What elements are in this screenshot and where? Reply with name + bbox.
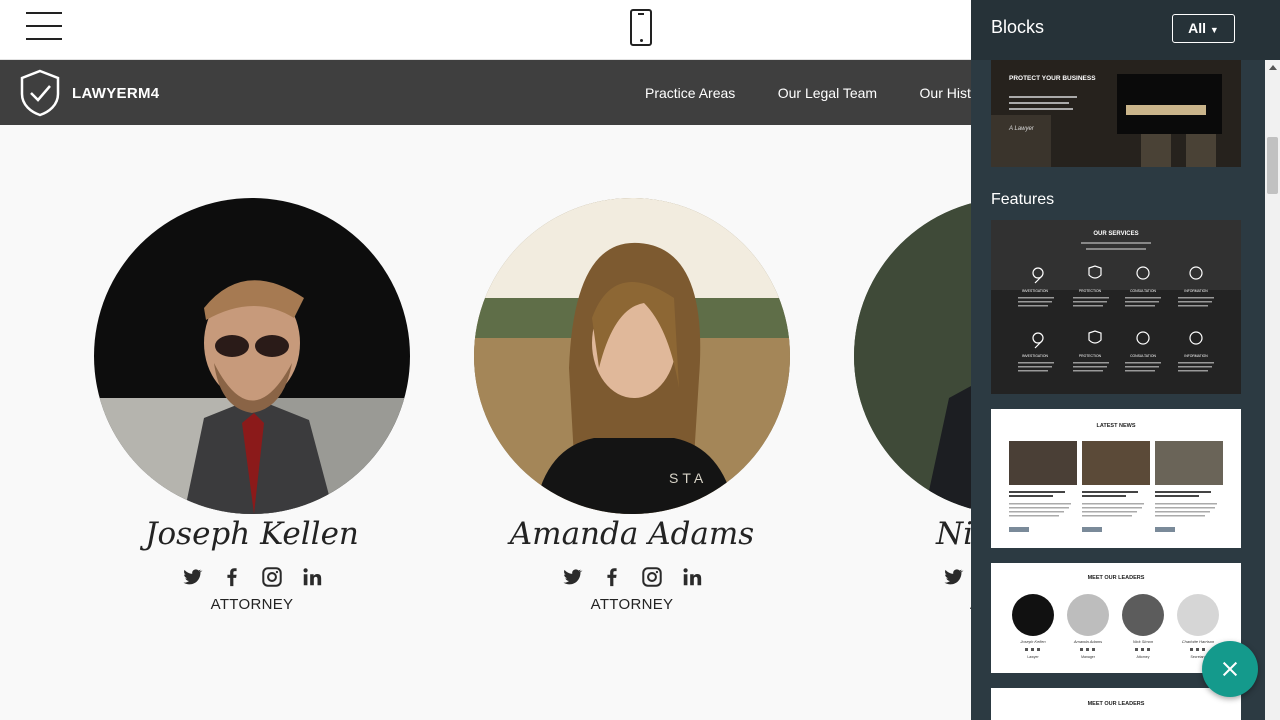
block-thumbnail-header[interactable]: PROTECT YOUR BUSINESS A Lawyer xyxy=(991,60,1241,167)
block-thumbnail-services[interactable]: OUR SERVICES INVESTIGATION PROTECTION CO… xyxy=(991,220,1241,394)
member-photo xyxy=(854,198,971,514)
block-services-label: CONSULTATION xyxy=(1130,289,1156,293)
linkedin-icon[interactable] xyxy=(301,566,323,588)
member-photo xyxy=(94,198,410,514)
team-member-card: STA Amanda Adams ATTORNEY xyxy=(474,198,790,613)
menu-icon[interactable] xyxy=(26,12,62,40)
block-services-label: INVESTIGATION xyxy=(1022,354,1048,358)
member-role: ATTORNEY xyxy=(210,596,294,613)
block-leaders-title: MEET OUR LEADERS xyxy=(1088,575,1145,581)
nav-links: Practice Areas Our Legal Team Our Histor… xyxy=(645,85,971,103)
block-thumbnail-news[interactable]: LATEST NEWS xyxy=(991,409,1241,548)
close-panel-button[interactable] xyxy=(1202,641,1258,697)
svg-text:STA: STA xyxy=(669,470,707,486)
facebook-icon[interactable] xyxy=(221,566,243,588)
site-navbar: LAWYERM4 Practice Areas Our Legal Team O… xyxy=(0,60,971,125)
social-links xyxy=(94,566,410,594)
brand-name[interactable]: LAWYERM4 xyxy=(72,85,159,102)
member-photo: STA xyxy=(474,198,790,514)
member-name: Amanda Adams xyxy=(509,516,755,552)
block-services-label: CONSULTATION xyxy=(1130,354,1156,358)
panel-title: Blocks xyxy=(991,17,1045,37)
block-leaders2-title: MEET OUR LEADERS xyxy=(1088,701,1145,707)
block-leader-role: Manager xyxy=(1081,655,1096,659)
team-member-card: Nick ATTORNEY xyxy=(854,198,971,613)
block-leader-name: Nick Simon xyxy=(1133,639,1154,644)
block-header-sign: A Lawyer xyxy=(1008,126,1035,132)
nav-link-legal-team[interactable]: Our Legal Team xyxy=(778,85,877,101)
nav-link-practice-areas[interactable]: Practice Areas xyxy=(645,85,735,101)
twitter-icon[interactable] xyxy=(181,566,203,588)
block-thumbnail-leaders-2[interactable]: MEET OUR LEADERS xyxy=(991,688,1241,720)
block-services-label: PROTECTION xyxy=(1079,354,1102,358)
block-services-label: INVESTIGATION xyxy=(1022,289,1048,293)
linkedin-icon[interactable] xyxy=(681,566,703,588)
instagram-icon[interactable] xyxy=(641,566,663,588)
social-links xyxy=(854,566,971,594)
blocks-panel: Blocks All ▼ PROTECT YOUR BUSINESS A Law… xyxy=(971,0,1280,720)
instagram-icon[interactable] xyxy=(261,566,283,588)
nav-link-history[interactable]: Our History xyxy=(920,85,971,101)
block-services-title: OUR SERVICES xyxy=(1093,231,1138,237)
filter-label: All xyxy=(1188,20,1207,36)
panel-header: Blocks All ▼ xyxy=(971,0,1280,60)
section-label-features: Features xyxy=(991,191,1055,208)
block-leader-name: Charlotte Harrison xyxy=(1182,639,1215,644)
member-name: Nick xyxy=(936,516,971,552)
member-name: Joseph Kellen xyxy=(145,516,359,552)
twitter-icon[interactable] xyxy=(942,566,964,588)
block-leader-role: Attorney xyxy=(1136,655,1149,659)
block-services-label: INFORMATION xyxy=(1184,354,1208,358)
block-header-text: PROTECT YOUR BUSINESS xyxy=(1009,75,1096,82)
block-services-label: INFORMATION xyxy=(1184,289,1208,293)
block-services-label: PROTECTION xyxy=(1079,289,1102,293)
member-role: ATTORNEY xyxy=(590,596,674,613)
block-news-title: LATEST NEWS xyxy=(1096,423,1135,429)
shield-logo-icon[interactable] xyxy=(18,68,62,118)
filter-dropdown[interactable]: All ▼ xyxy=(1172,14,1235,43)
team-section: Joseph Kellen ATTORNEY STA Amanda Adams xyxy=(0,125,971,720)
social-links xyxy=(474,566,790,594)
facebook-icon[interactable] xyxy=(601,566,623,588)
block-leader-role: Lawyer xyxy=(1027,655,1039,659)
block-leader-name: Joseph Kellen xyxy=(1019,639,1046,644)
mobile-preview-icon[interactable] xyxy=(630,9,652,46)
scrollbar-thumb[interactable] xyxy=(1267,137,1278,194)
team-member-card: Joseph Kellen ATTORNEY xyxy=(94,198,410,613)
member-role: ATTORNEY xyxy=(854,596,971,613)
scroll-up-arrow-icon[interactable] xyxy=(1269,65,1277,70)
block-leader-name: Amanda Adams xyxy=(1073,639,1102,644)
twitter-icon[interactable] xyxy=(561,566,583,588)
caret-down-icon: ▼ xyxy=(1209,25,1219,35)
editor-toolbar xyxy=(0,0,971,60)
panel-scrollbar[interactable] xyxy=(1265,60,1280,720)
